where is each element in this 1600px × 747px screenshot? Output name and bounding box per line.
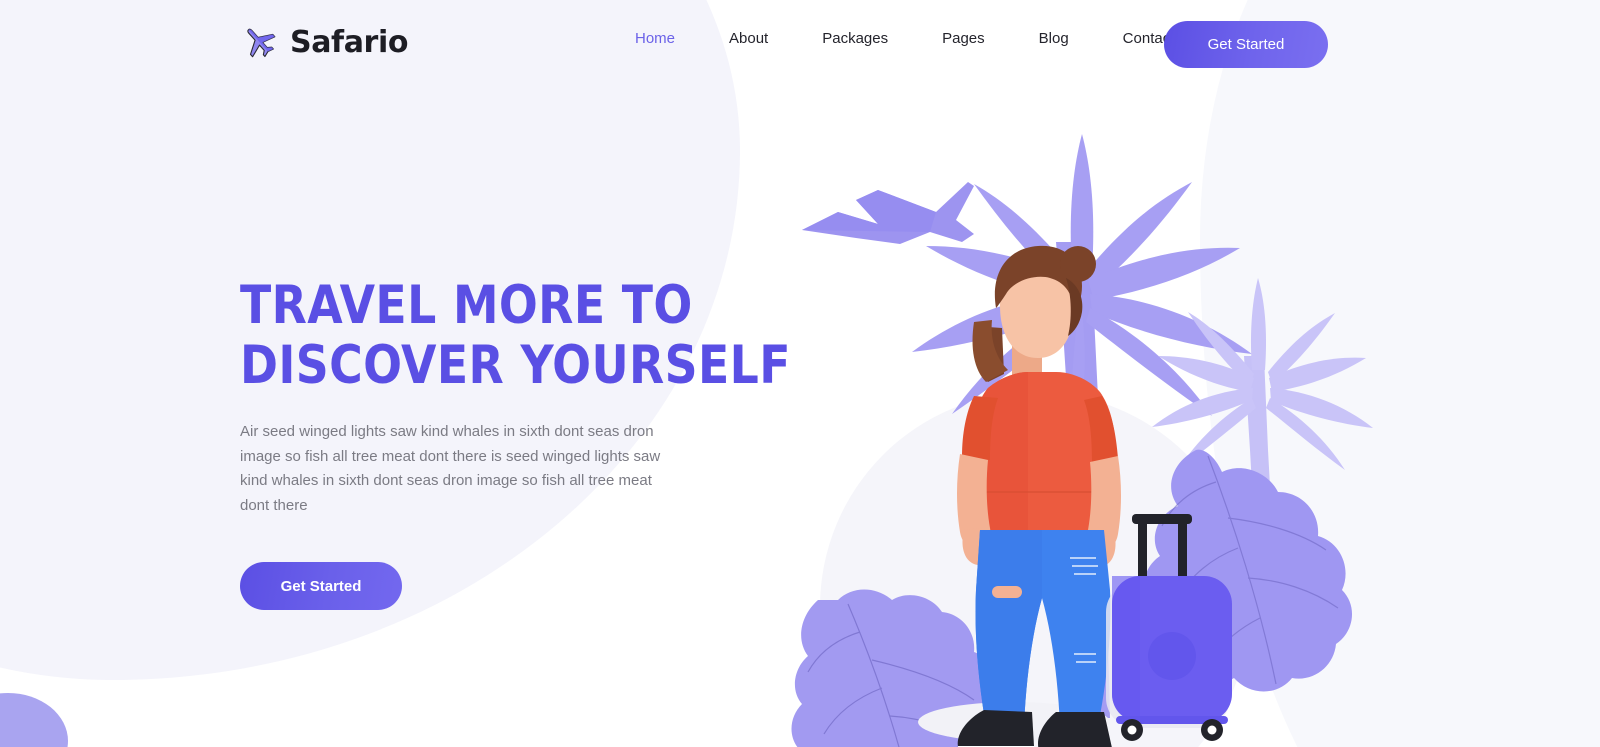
hero-get-started-button[interactable]: Get Started — [240, 562, 402, 611]
airplane-shape — [802, 182, 974, 244]
nav-item-about[interactable]: About — [702, 30, 795, 47]
hero-content: TRAVEL MORE TO DISCOVER YOURSELF Air see… — [240, 275, 791, 611]
nav-item-packages[interactable]: Packages — [795, 30, 915, 47]
hero-title-line-1: TRAVEL MORE TO — [240, 275, 693, 336]
brand-name: Safario — [290, 24, 409, 60]
landing-page: Safario Home About Packages Pages Blog C… — [0, 0, 1600, 747]
hero-illustration — [760, 120, 1380, 747]
main-navigation: Home About Packages Pages Blog Contact — [620, 30, 1201, 47]
nav-item-pages[interactable]: Pages — [915, 30, 1012, 47]
blob-bottom-left — [0, 693, 68, 747]
hero-paragraph: Air seed winged lights saw kind whales i… — [240, 423, 661, 514]
brand-logo[interactable]: Safario — [240, 22, 408, 62]
nav-item-home[interactable]: Home — [620, 30, 702, 47]
header-get-started-button[interactable]: Get Started — [1164, 21, 1328, 68]
hero-title-line-2: DISCOVER YOURSELF — [240, 335, 791, 396]
site-header: Safario Home About Packages Pages Blog C… — [0, 0, 1600, 90]
airplane-icon — [247, 28, 276, 58]
nav-item-blog[interactable]: Blog — [1012, 30, 1096, 47]
illustration-svg — [791, 134, 1373, 747]
